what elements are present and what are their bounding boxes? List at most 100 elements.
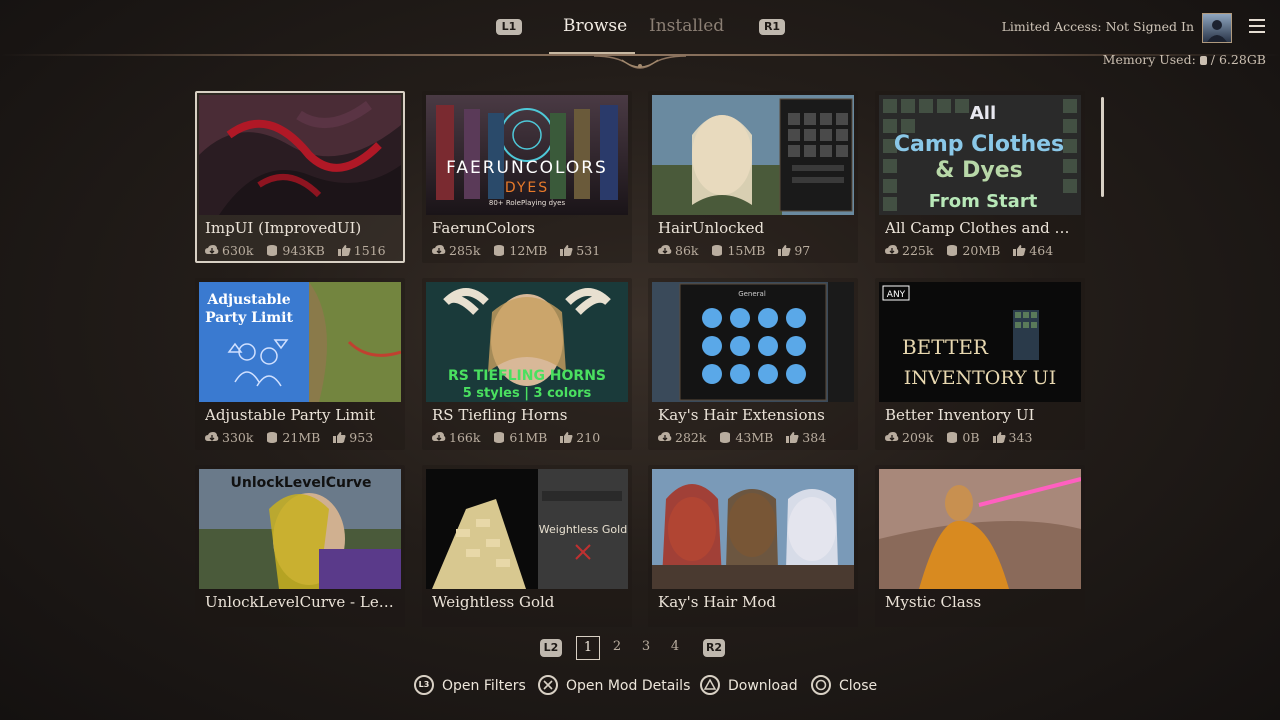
database-icon — [494, 245, 505, 256]
mod-card[interactable]: FAERUNCOLORS DYES 80+ RolePlaying dyes F… — [422, 91, 632, 263]
pagination: L2 1 2 3 4 R2 — [0, 636, 1280, 662]
l1-button-glyph[interactable]: L1 — [496, 19, 522, 35]
thumbs-up-icon — [337, 245, 351, 256]
scrollbar[interactable] — [1101, 97, 1104, 197]
thumb-text: UnlockLevelCurve — [231, 475, 372, 491]
mod-stats: 330k 21MB 953 — [205, 430, 381, 445]
mod-card[interactable]: Adjustable Party Limit Adjustable Party … — [195, 278, 405, 450]
close-label: Close — [839, 678, 878, 694]
circle-button-icon — [811, 675, 831, 695]
thumb-text: BETTER — [902, 335, 989, 359]
action-bar: L3 Open Filters Open Mod Details Downloa… — [0, 674, 1280, 700]
thumbs-up-icon — [992, 432, 1006, 443]
download-cloud-icon — [432, 245, 446, 254]
mod-title: Kay's Hair Extensions — [658, 406, 825, 424]
database-icon — [947, 432, 958, 443]
mod-thumbnail: UnlockLevelCurve — [199, 469, 401, 589]
mod-grid: ImpUI (ImprovedUI) 630k 943KB 1516 FAERU… — [195, 91, 1085, 627]
mod-downloads: 330k — [222, 430, 254, 445]
mod-card[interactable]: HairUnlocked 86k 15MB 97 — [648, 91, 858, 263]
mod-title: ImpUI (ImprovedUI) — [205, 219, 362, 237]
mod-likes: 953 — [349, 430, 374, 445]
mod-likes: 343 — [1008, 430, 1033, 445]
mod-title: All Camp Clothes and Dyes — [885, 219, 1081, 237]
avatar[interactable] — [1202, 13, 1232, 43]
mod-downloads: 86k — [675, 243, 699, 258]
mod-title: RS Tiefling Horns — [432, 406, 568, 424]
download-cloud-icon — [885, 245, 899, 254]
thumbs-up-icon — [786, 432, 799, 443]
page-2-button[interactable]: 2 — [605, 636, 629, 660]
mod-card[interactable]: ImpUI (ImprovedUI) 630k 943KB 1516 — [195, 91, 405, 263]
r2-button-glyph[interactable]: R2 — [703, 639, 725, 657]
mod-title: Better Inventory UI — [885, 406, 1035, 424]
mod-card[interactable]: Weightless Gold Weightless Gold — [422, 465, 632, 627]
thumbs-up-icon — [560, 432, 573, 443]
tab-installed[interactable]: Installed — [649, 16, 724, 36]
page-1-button[interactable]: 1 — [576, 636, 600, 660]
mod-thumbnail: All Camp Clothes & Dyes From Start — [879, 95, 1081, 215]
download-cloud-icon — [205, 432, 219, 441]
database-icon — [1199, 56, 1207, 65]
mod-size: 20MB — [962, 243, 1001, 258]
mod-downloads: 282k — [675, 430, 707, 445]
mod-size: 21MB — [282, 430, 321, 445]
mod-thumbnail — [199, 95, 401, 215]
thumbs-up-icon — [778, 245, 791, 256]
memory-indicator: Memory Used: / 6.28GB — [1103, 52, 1266, 67]
database-icon — [720, 432, 731, 443]
mod-thumbnail — [652, 469, 854, 589]
mod-card[interactable]: UnlockLevelCurve UnlockLevelCurve - Leve… — [195, 465, 405, 627]
mod-thumbnail — [879, 469, 1081, 589]
mod-thumbnail: FAERUNCOLORS DYES 80+ RolePlaying dyes — [426, 95, 628, 215]
mod-stats: 209k 0B 343 — [885, 430, 1040, 445]
mod-card[interactable]: ANY BETTER INVENTORY UI Better Inventory… — [875, 278, 1085, 450]
l3-stick-icon: L3 — [414, 675, 434, 695]
mod-thumbnail: General — [652, 282, 854, 402]
thumb-text: INVENTORY UI — [904, 367, 1056, 389]
mod-card[interactable]: Mystic Class — [875, 465, 1085, 627]
mod-likes: 97 — [794, 243, 811, 258]
mod-title: Adjustable Party Limit — [205, 406, 376, 424]
mod-downloads: 285k — [449, 243, 481, 258]
l3-label: L3 — [418, 680, 430, 689]
thumbs-up-icon — [1013, 245, 1026, 256]
l2-button-glyph[interactable]: L2 — [540, 639, 562, 657]
mod-card[interactable]: General Kay's Hair Extensions 282k 43MB … — [648, 278, 858, 450]
thumb-text: FAERUNCOLORS — [446, 158, 608, 178]
mod-thumbnail — [652, 95, 854, 215]
mod-card[interactable]: Kay's Hair Mod — [648, 465, 858, 627]
mod-size: 43MB — [735, 430, 774, 445]
mod-size: 61MB — [509, 430, 548, 445]
open-filters-label: Open Filters — [442, 678, 526, 694]
thumb-text: Camp Clothes — [894, 132, 1064, 157]
mod-title: HairUnlocked — [658, 219, 765, 237]
mod-size: 15MB — [727, 243, 766, 258]
thumb-text: RS TIEFLING HORNS — [448, 368, 606, 384]
thumb-caption: 80+ RolePlaying dyes — [489, 199, 566, 207]
r1-button-glyph[interactable]: R1 — [759, 19, 785, 35]
mod-thumbnail: ANY BETTER INVENTORY UI — [879, 282, 1081, 402]
mod-title: Kay's Hair Mod — [658, 593, 776, 611]
top-bar: L1 Browse Installed R1 Limited Access: N… — [0, 0, 1280, 80]
mod-card[interactable]: RS TIEFLING HORNS 5 styles | 3 colors RS… — [422, 278, 632, 450]
download-cloud-icon — [885, 432, 899, 441]
mod-card[interactable]: All Camp Clothes & Dyes From Start All C… — [875, 91, 1085, 263]
open-mod-details-label: Open Mod Details — [566, 678, 691, 694]
mod-likes: 210 — [576, 430, 601, 445]
tab-browse[interactable]: Browse — [563, 16, 627, 36]
thumb-text: Adjustable — [206, 292, 290, 308]
page-4-button[interactable]: 4 — [663, 636, 687, 660]
mod-downloads: 209k — [902, 430, 934, 445]
download-cloud-icon — [658, 432, 672, 441]
mod-thumbnail: RS TIEFLING HORNS 5 styles | 3 colors — [426, 282, 628, 402]
mod-stats: 282k 43MB 384 — [658, 430, 834, 445]
mod-stats: 225k 20MB 464 — [885, 243, 1061, 258]
mod-stats: 630k 943KB 1516 — [205, 243, 394, 258]
thumb-text: General — [738, 290, 766, 298]
menu-icon[interactable] — [1249, 19, 1265, 33]
mod-stats: 285k 12MB 531 — [432, 243, 608, 258]
page-3-button[interactable]: 3 — [634, 636, 658, 660]
download-cloud-icon — [205, 245, 219, 254]
thumb-text: From Start — [929, 191, 1038, 212]
